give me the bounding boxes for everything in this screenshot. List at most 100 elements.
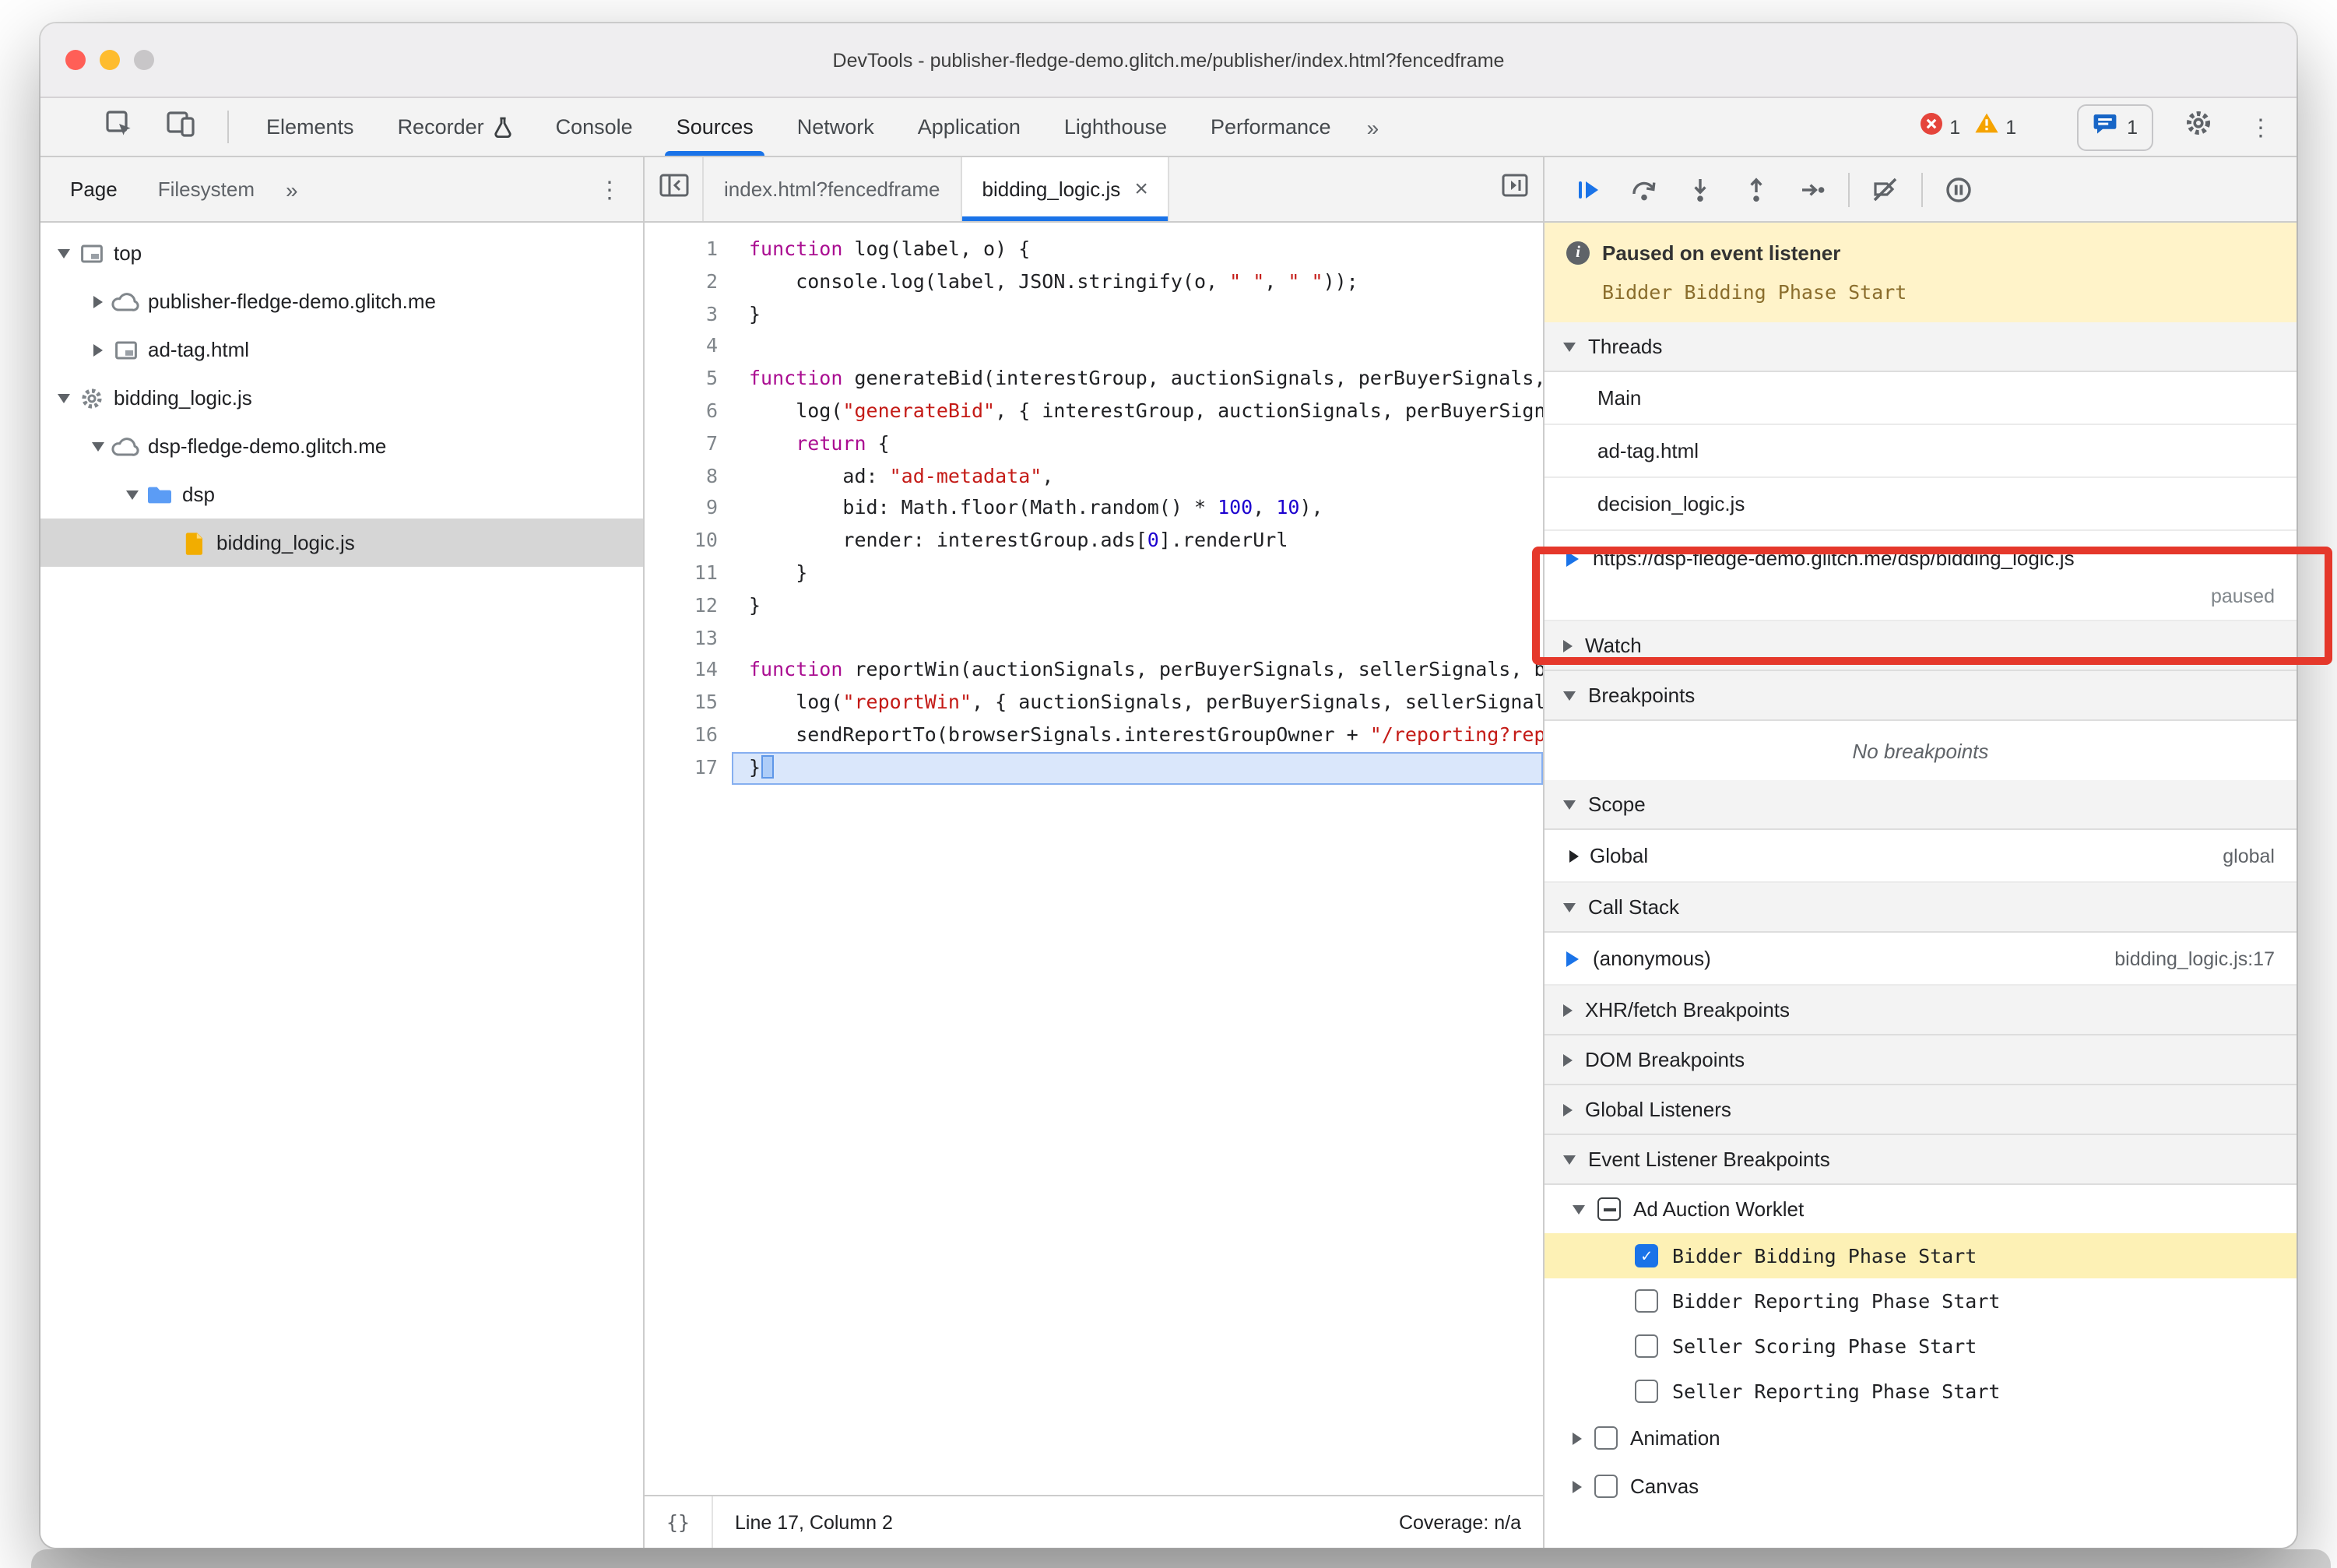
thread-item-current[interactable]: https://dsp-fledge-demo.glitch.me/dsp/bi… bbox=[1545, 531, 2297, 621]
code-lines[interactable]: function log(label, o) { console.log(lab… bbox=[732, 234, 1543, 1495]
tree-item-bidding-logic-js[interactable]: bidding_logic.js bbox=[40, 374, 643, 422]
device-toolbar-button[interactable] bbox=[149, 98, 212, 156]
line-number[interactable]: 3 bbox=[645, 298, 718, 331]
navigator-tab-filesystem[interactable]: Filesystem bbox=[138, 157, 275, 221]
scope-item[interactable]: Global global bbox=[1545, 830, 2297, 883]
section-threads[interactable]: Threads bbox=[1545, 322, 2297, 372]
editor-tab-bidding-logic-js[interactable]: bidding_logic.js × bbox=[961, 157, 1170, 221]
event-breakpoint-seller-scoring-phase-start[interactable]: Seller Scoring Phase Start bbox=[1545, 1324, 2297, 1369]
thread-item[interactable]: ad-tag.html bbox=[1545, 425, 2297, 478]
tree-item-dsp[interactable]: dsp bbox=[40, 470, 643, 519]
section-global-listeners[interactable]: Global Listeners bbox=[1545, 1085, 2297, 1135]
hide-navigator-button[interactable] bbox=[645, 157, 704, 221]
close-window-button[interactable] bbox=[65, 50, 86, 70]
warning-counter[interactable]: 1 bbox=[1974, 112, 2016, 142]
checkbox-indeterminate[interactable] bbox=[1597, 1197, 1621, 1221]
line-number[interactable]: 4 bbox=[645, 331, 718, 364]
code-line[interactable]: } bbox=[732, 751, 1543, 785]
line-number-gutter[interactable]: 1 2 3 4 5 6 7 8 9 10 11 12 13 14 15 16 17 bbox=[645, 234, 732, 1495]
line-number[interactable]: 9 bbox=[645, 493, 718, 526]
step-into-button[interactable] bbox=[1672, 166, 1728, 213]
code-line[interactable]: function reportWin(auctionSignals, perBu… bbox=[732, 655, 1543, 687]
line-number[interactable]: 8 bbox=[645, 460, 718, 493]
minimize-window-button[interactable] bbox=[100, 50, 120, 70]
more-navigator-tabs-button[interactable]: » bbox=[275, 177, 309, 202]
step-out-button[interactable] bbox=[1728, 166, 1784, 213]
line-number[interactable]: 14 bbox=[645, 655, 718, 687]
thread-item[interactable]: Main bbox=[1545, 372, 2297, 425]
tab-performance[interactable]: Performance bbox=[1189, 98, 1353, 156]
tree-item-bidding-logic-js[interactable]: bidding_logic.js bbox=[40, 519, 643, 567]
step-over-button[interactable] bbox=[1616, 166, 1672, 213]
line-number[interactable]: 1 bbox=[645, 234, 718, 266]
event-breakpoint-bidder-reporting-phase-start[interactable]: Bidder Reporting Phase Start bbox=[1545, 1278, 2297, 1324]
code-line[interactable]: console.log(label, JSON.stringify(o, " "… bbox=[732, 266, 1543, 299]
line-number[interactable]: 5 bbox=[645, 363, 718, 396]
line-number[interactable]: 13 bbox=[645, 622, 718, 655]
tab-lighthouse[interactable]: Lighthouse bbox=[1042, 98, 1189, 156]
code-line[interactable]: sendReportTo(browserSignals.interestGrou… bbox=[732, 719, 1543, 752]
settings-button[interactable] bbox=[2167, 109, 2230, 145]
section-call-stack[interactable]: Call Stack bbox=[1545, 883, 2297, 933]
code-line[interactable] bbox=[732, 331, 1543, 364]
line-number[interactable]: 16 bbox=[645, 719, 718, 752]
code-line[interactable]: } bbox=[732, 298, 1543, 331]
code-line[interactable]: return { bbox=[732, 428, 1543, 461]
code-line[interactable]: render: interestGroup.ads[0].renderUrl bbox=[732, 525, 1543, 557]
section-event-listener-breakpoints[interactable]: Event Listener Breakpoints bbox=[1545, 1135, 2297, 1185]
tree-item-publisher-fledge-demo-glitch-me[interactable]: publisher-fledge-demo.glitch.me bbox=[40, 277, 643, 325]
tree-item-top[interactable]: top bbox=[40, 229, 643, 277]
code-line[interactable]: log("generateBid", { interestGroup, auct… bbox=[732, 396, 1543, 428]
event-breakpoint-seller-reporting-phase-start[interactable]: Seller Reporting Phase Start bbox=[1545, 1369, 2297, 1414]
line-number[interactable]: 6 bbox=[645, 396, 718, 428]
line-number[interactable]: 7 bbox=[645, 428, 718, 461]
issues-button[interactable]: 1 bbox=[2077, 104, 2153, 150]
open-file-button[interactable] bbox=[1501, 157, 1543, 221]
tab-sources[interactable]: Sources bbox=[655, 98, 775, 156]
checkbox-checked[interactable]: ✓ bbox=[1635, 1244, 1658, 1267]
pretty-print-button[interactable]: {} bbox=[645, 1496, 713, 1548]
line-number[interactable]: 2 bbox=[645, 266, 718, 299]
event-category-animation[interactable]: Animation bbox=[1545, 1414, 2297, 1462]
code-editor[interactable]: 1 2 3 4 5 6 7 8 9 10 11 12 13 14 15 16 17 function log(l… bbox=[645, 223, 1543, 1495]
line-number[interactable]: 11 bbox=[645, 557, 718, 590]
editor-tab-index-html-fencedframe[interactable]: index.html?fencedframe bbox=[704, 157, 962, 221]
event-category-canvas[interactable]: Canvas bbox=[1545, 1462, 2297, 1510]
code-line[interactable]: log("reportWin", { auctionSignals, perBu… bbox=[732, 687, 1543, 719]
section-scope[interactable]: Scope bbox=[1545, 780, 2297, 830]
thread-item[interactable]: decision_logic.js bbox=[1545, 478, 2297, 531]
close-icon[interactable]: × bbox=[1134, 178, 1148, 201]
checkbox-unchecked[interactable] bbox=[1635, 1289, 1658, 1313]
tab-network[interactable]: Network bbox=[775, 98, 896, 156]
navigator-menu-button[interactable]: ⋮ bbox=[576, 175, 643, 203]
code-line[interactable]: ad: "ad-metadata", bbox=[732, 460, 1543, 493]
event-category-ad-auction-worklet[interactable]: Ad Auction Worklet bbox=[1545, 1185, 2297, 1233]
tab-console[interactable]: Console bbox=[534, 98, 655, 156]
zoom-window-button[interactable] bbox=[134, 50, 154, 70]
call-stack-frame[interactable]: (anonymous) bidding_logic.js:17 bbox=[1545, 933, 2297, 986]
deactivate-breakpoints-button[interactable] bbox=[1857, 166, 1914, 213]
tab-recorder[interactable]: Recorder bbox=[376, 98, 534, 156]
section-watch[interactable]: Watch bbox=[1545, 621, 2297, 671]
inspect-element-button[interactable] bbox=[87, 98, 149, 156]
pause-on-exceptions-button[interactable] bbox=[1931, 166, 1987, 213]
code-line[interactable] bbox=[732, 622, 1543, 655]
checkbox-unchecked[interactable] bbox=[1635, 1334, 1658, 1358]
checkbox-unchecked[interactable] bbox=[1635, 1380, 1658, 1403]
tree-item-ad-tag-html[interactable]: ad-tag.html bbox=[40, 325, 643, 374]
code-line[interactable]: } bbox=[732, 590, 1543, 623]
line-number[interactable]: 10 bbox=[645, 525, 718, 557]
checkbox-unchecked[interactable] bbox=[1594, 1475, 1618, 1498]
error-counter[interactable]: 1 bbox=[1920, 111, 1960, 142]
event-breakpoint-bidder-bidding-phase-start[interactable]: ✓ Bidder Bidding Phase Start bbox=[1545, 1233, 2297, 1278]
line-number[interactable]: 15 bbox=[645, 687, 718, 719]
tab-elements[interactable]: Elements bbox=[244, 98, 376, 156]
more-options-button[interactable]: ⋮ bbox=[2244, 113, 2278, 141]
section-breakpoints[interactable]: Breakpoints bbox=[1545, 671, 2297, 721]
tab-application[interactable]: Application bbox=[896, 98, 1042, 156]
resume-button[interactable] bbox=[1560, 166, 1616, 213]
line-number[interactable]: 12 bbox=[645, 590, 718, 623]
code-line[interactable]: } bbox=[732, 557, 1543, 590]
section-dom-breakpoints[interactable]: DOM Breakpoints bbox=[1545, 1035, 2297, 1085]
code-line[interactable]: function generateBid(interestGroup, auct… bbox=[732, 363, 1543, 396]
